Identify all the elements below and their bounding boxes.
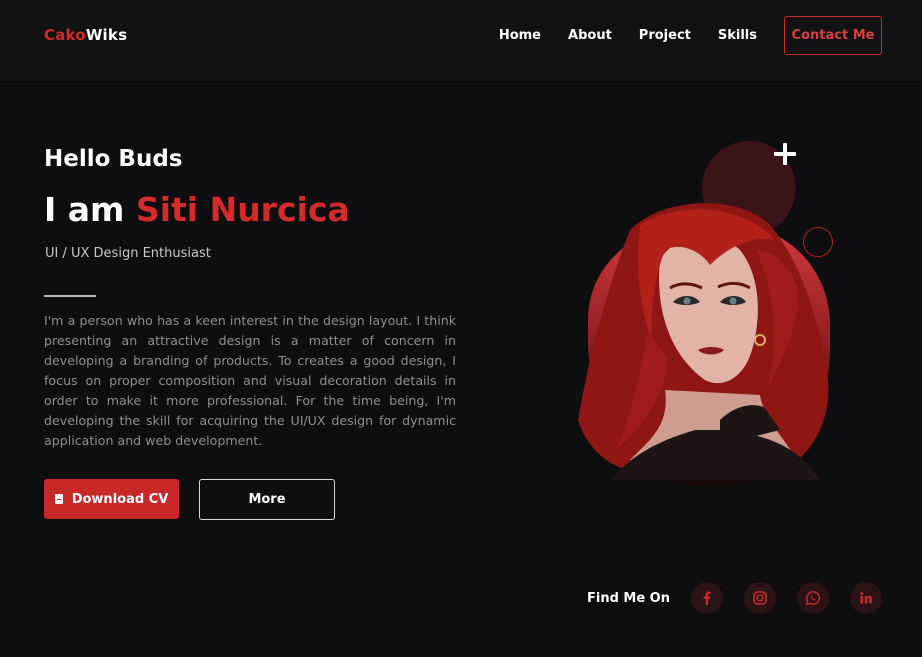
nav-link-project[interactable]: Project — [639, 28, 691, 43]
nav-menu: Home About Project Skills Contact Me — [472, 16, 882, 55]
role-subtitle: UI / UX Design Enthusiast — [45, 246, 211, 261]
whatsapp-button[interactable] — [797, 582, 829, 614]
document-icon — [54, 494, 63, 504]
bio-paragraph: I'm a person who has a keen interest in … — [44, 313, 456, 448]
logo-accent-text: Cako — [44, 26, 86, 44]
facebook-button[interactable] — [691, 582, 723, 614]
navbar: CakoWiks Home About Project Skills Conta… — [0, 0, 922, 81]
whatsapp-icon — [805, 591, 821, 606]
greeting-heading: Hello Buds — [44, 146, 183, 172]
person-name: Siti Nurcica — [135, 190, 350, 229]
find-me-on-label: Find Me On — [586, 590, 670, 606]
instagram-button[interactable] — [744, 582, 776, 614]
contact-me-button[interactable]: Contact Me — [784, 16, 882, 55]
nav-link-about[interactable]: About — [568, 28, 612, 43]
linkedin-button[interactable] — [850, 582, 882, 614]
logo[interactable]: CakoWiks — [44, 26, 127, 44]
nav-link-skills[interactable]: Skills — [718, 28, 757, 43]
instagram-icon — [753, 591, 767, 605]
divider — [44, 295, 96, 297]
portrait-illustration — [578, 203, 829, 480]
linkedin-icon — [860, 592, 872, 604]
hero-illustration — [560, 135, 850, 495]
logo-text: Wiks — [85, 26, 128, 44]
nav-link-home[interactable]: Home — [499, 28, 541, 43]
headline: I am Siti Nurcica — [44, 190, 350, 229]
more-button[interactable]: More — [199, 479, 335, 520]
download-cv-button[interactable]: Download CV — [44, 479, 179, 519]
headline-prefix: I am — [44, 190, 136, 229]
social-links: Find Me On — [587, 582, 882, 614]
facebook-icon — [703, 591, 711, 605]
download-cv-label: Download CV — [71, 491, 169, 507]
plus-icon — [773, 142, 797, 166]
